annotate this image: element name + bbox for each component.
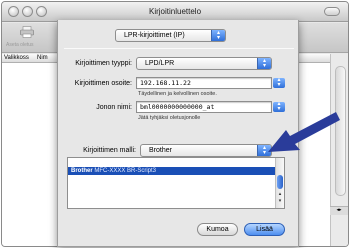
list-item[interactable]: Brother MFC-XXXX BR-Script3	[68, 167, 276, 175]
protocol-popup[interactable]: LPR-kirjoittimet (IP) ▴ ▾	[115, 29, 226, 42]
title-bar: Kirjoitinluettelo	[2, 2, 348, 22]
printer-address-label: Kirjoittimen osoite:	[74, 80, 132, 87]
add-button[interactable]: Lisää	[244, 223, 285, 236]
list-item-brand: Brother	[71, 168, 93, 174]
scroll-down-icon[interactable]: ▾	[276, 198, 284, 204]
queue-hint: Jätä tyhjäksi oletusjonolle	[138, 115, 201, 121]
printer-model-value: Brother	[149, 147, 172, 154]
popup-arrows-icon: ▴ ▾	[211, 30, 225, 41]
set-default-label: Aseta oletus	[6, 42, 34, 48]
printer-model-list[interactable]: Brother MFC-XXXX BR-Script3 ▴ ▾	[67, 157, 285, 209]
printer-model-label: Kirjoittimen malli:	[83, 147, 136, 154]
printer-icon[interactable]	[20, 26, 34, 38]
model-list-scrollbar[interactable]: ▴ ▾	[275, 158, 284, 208]
printer-type-label: Kirjoittimen tyyppi:	[75, 60, 132, 67]
protocol-popup-value: LPR-kirjoittimet (IP)	[124, 32, 185, 39]
annotation-arrow-icon	[268, 112, 340, 152]
window-title: Kirjoitinluettelo	[148, 7, 202, 16]
printer-model-popup[interactable]: Brother ▴ ▾	[140, 144, 272, 157]
toolbar-toggle-button[interactable]	[324, 7, 340, 16]
separator	[64, 48, 294, 49]
printer-address-field[interactable]: 192.168.11.22	[136, 77, 272, 89]
queue-name-field[interactable]: bml0000000000000_at	[136, 101, 272, 113]
column-header-menu[interactable]: Valikkoss	[4, 55, 29, 61]
scroll-knob[interactable]	[277, 175, 283, 189]
address-hint: Täydellinen ja kelvollinen osoite.	[138, 91, 217, 97]
printer-type-value: LPD/LPR	[145, 60, 175, 67]
scroll-up-icon[interactable]: ▴	[276, 191, 284, 197]
list-item-model: MFC-XXXX BR-Script3	[94, 168, 157, 174]
column-header-name[interactable]: Nim	[37, 55, 48, 61]
cancel-button[interactable]: Kumoa	[197, 223, 238, 236]
queue-name-label: Jonon nimi:	[96, 104, 132, 111]
popup-arrows-icon: ▴ ▾	[257, 58, 271, 69]
scroll-arrows-icon[interactable]: ◂▸	[330, 206, 348, 215]
address-history-icon[interactable]: ▴ ▾	[273, 77, 285, 88]
printer-type-popup[interactable]: LPD/LPR ▴ ▾	[136, 57, 272, 70]
